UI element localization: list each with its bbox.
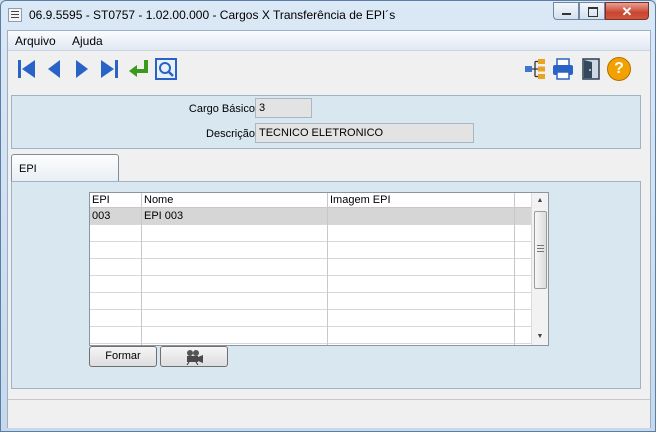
minimize-button[interactable]: [553, 2, 579, 20]
epi-grid[interactable]: EPI Nome Imagem EPI 003 EPI 003 ▲ ▼: [89, 192, 549, 346]
scroll-down-icon[interactable]: ▼: [532, 329, 548, 345]
cargo-basico-label: Cargo Básico:: [188, 103, 258, 115]
table-row[interactable]: [90, 310, 531, 327]
column-header-imagem-epi[interactable]: Imagem EPI: [328, 193, 391, 207]
tab-epi[interactable]: EPI: [11, 154, 119, 182]
close-icon: ✕: [621, 4, 633, 19]
table-row[interactable]: [90, 327, 531, 344]
zoom-icon[interactable]: [154, 57, 178, 81]
formar-button[interactable]: Formar: [89, 346, 157, 367]
menu-bar: Arquivo Ajuda: [8, 31, 650, 51]
menu-ajuda[interactable]: Ajuda: [72, 34, 103, 48]
tab-epi-label: EPI: [19, 163, 37, 175]
window-controls: ✕: [553, 2, 649, 20]
window-title: 06.9.5595 - ST0757 - 1.02.00.000 - Cargo…: [29, 8, 396, 22]
column-divider: [141, 193, 142, 345]
application-window: 06.9.5595 - ST0757 - 1.02.00.000 - Cargo…: [0, 0, 656, 432]
column-header-epi[interactable]: EPI: [90, 193, 110, 207]
table-row[interactable]: [90, 276, 531, 293]
table-row[interactable]: [90, 225, 531, 242]
maximize-button[interactable]: [579, 2, 605, 20]
descricao-field[interactable]: TECNICO ELETRONICO: [255, 123, 474, 143]
toolbar: ?: [8, 51, 650, 87]
status-bar: [8, 399, 650, 428]
scroll-up-icon[interactable]: ▲: [532, 193, 548, 209]
table-row[interactable]: [90, 293, 531, 310]
return-icon[interactable]: [126, 57, 150, 81]
client-area: Arquivo Ajuda ? Cargo Básico: 3 Descriçã…: [7, 30, 651, 428]
column-header-nome[interactable]: Nome: [142, 193, 173, 207]
grid-header: EPI Nome Imagem EPI: [90, 193, 531, 208]
scroll-thumb[interactable]: [534, 211, 547, 289]
help-icon[interactable]: ?: [607, 57, 631, 81]
previous-record-icon[interactable]: [42, 57, 66, 81]
column-divider: [327, 193, 328, 345]
table-row[interactable]: [90, 242, 531, 259]
last-record-icon[interactable]: [98, 57, 122, 81]
film-camera-icon: [186, 350, 203, 366]
close-button[interactable]: ✕: [605, 2, 649, 20]
table-row[interactable]: 003 EPI 003: [90, 208, 531, 225]
cargo-basico-field[interactable]: 3: [255, 98, 312, 118]
maximize-icon: [588, 7, 598, 17]
next-record-icon[interactable]: [70, 57, 94, 81]
minimize-icon: [562, 13, 571, 15]
descricao-label: Descrição:: [206, 128, 258, 140]
tab-content-epi: EPI Nome Imagem EPI 003 EPI 003 ▲ ▼ Form…: [11, 181, 641, 389]
app-icon: [8, 8, 22, 22]
title-bar[interactable]: 06.9.5595 - ST0757 - 1.02.00.000 - Cargo…: [1, 1, 655, 29]
column-divider: [514, 193, 515, 345]
vertical-scrollbar[interactable]: ▲ ▼: [531, 193, 548, 345]
cell-nome: EPI 003: [144, 210, 184, 222]
menu-arquivo[interactable]: Arquivo: [15, 34, 56, 48]
cell-epi: 003: [92, 210, 111, 222]
tree-structure-icon[interactable]: [523, 57, 547, 81]
camera-button[interactable]: [160, 346, 228, 367]
header-form-panel: Cargo Básico: 3 Descrição: TECNICO ELETR…: [11, 95, 641, 149]
first-record-icon[interactable]: [14, 57, 38, 81]
table-row[interactable]: [90, 259, 531, 276]
print-icon[interactable]: [551, 57, 575, 81]
exit-door-icon[interactable]: [579, 57, 603, 81]
